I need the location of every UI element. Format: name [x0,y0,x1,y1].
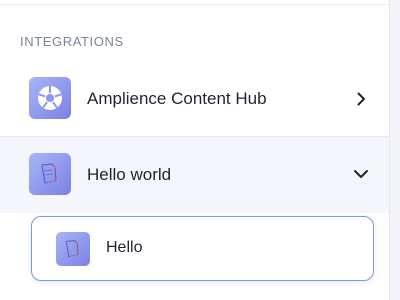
divider [0,4,389,5]
sidebar-item-amplience-content-hub[interactable]: Amplience Content Hub [0,62,389,137]
sidebar-item-label: Amplience Content Hub [87,89,267,108]
sidebar-item-hello-world[interactable]: Hello world [0,137,389,213]
sidebar-item-label: Hello world [87,165,172,184]
sidebar-subitem-label: Hello [106,239,143,256]
integrations-panel: INTEGRATIONS Amplience Content Hub Hello… [0,0,390,300]
document-icon [56,232,90,266]
chevron-right-icon[interactable] [350,88,372,110]
document-icon [29,153,71,195]
chevron-down-icon[interactable] [350,163,372,185]
section-title: INTEGRATIONS [20,34,124,49]
amplience-logo-icon [29,77,71,119]
sidebar-subitem-hello[interactable]: Hello [31,216,374,281]
